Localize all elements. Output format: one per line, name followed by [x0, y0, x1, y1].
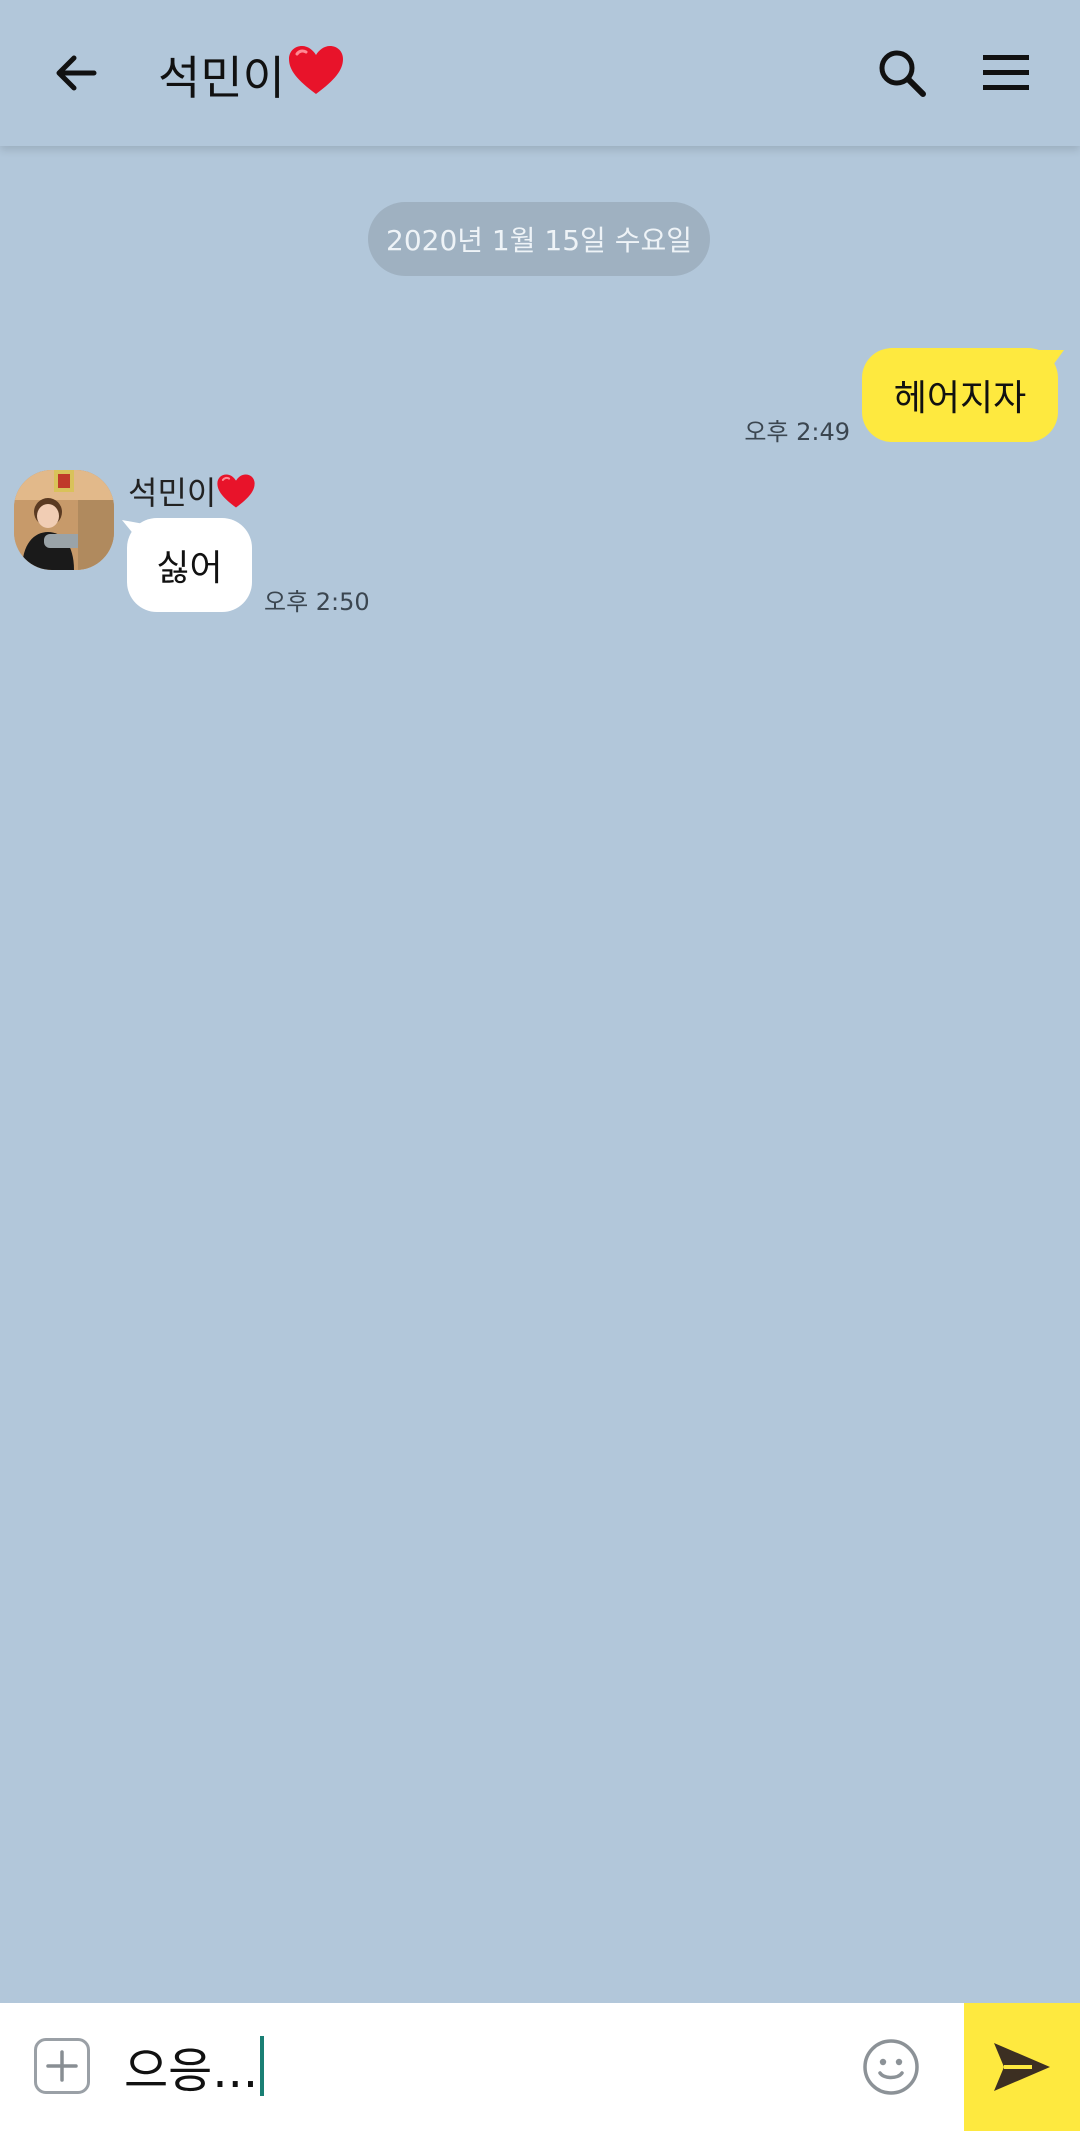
- avatar-photo: [14, 470, 114, 570]
- date-divider: 2020년 1월 15일 수요일: [368, 202, 710, 276]
- sender-avatar[interactable]: [14, 470, 114, 570]
- emoticon-button[interactable]: [862, 2038, 920, 2096]
- send-button[interactable]: [964, 2003, 1080, 2131]
- plus-icon: [46, 2050, 78, 2082]
- send-icon: [994, 2043, 1050, 2091]
- message-input[interactable]: 으응...: [124, 2030, 265, 2102]
- message-input-text: 으응...: [124, 2043, 259, 2099]
- arrow-left-icon: [56, 55, 97, 91]
- attach-button[interactable]: [34, 2038, 90, 2094]
- chat-title: 석민이: [158, 40, 345, 110]
- hamburger-menu-icon: [983, 55, 1029, 90]
- heart-emoji: [287, 44, 345, 107]
- sent-message-bubble[interactable]: 헤어지자: [862, 348, 1058, 442]
- sent-message-time: 오후 2:49: [744, 418, 850, 446]
- heart-icon: [217, 474, 255, 508]
- text-caret: [260, 2036, 265, 2096]
- emoticon-icon: [863, 2039, 919, 2095]
- sender-name-text: 석민이: [128, 474, 217, 512]
- search-button[interactable]: [866, 37, 938, 109]
- chat-header: 석민이: [0, 0, 1080, 146]
- chat-title-text: 석민이: [158, 51, 285, 105]
- menu-button[interactable]: [970, 37, 1042, 109]
- search-icon: [879, 50, 926, 97]
- sender-name: 석민이: [128, 468, 256, 514]
- received-message-bubble[interactable]: 싫어: [127, 518, 252, 612]
- received-message-time: 오후 2:50: [264, 588, 370, 616]
- heart-icon: [288, 45, 343, 94]
- back-button[interactable]: [40, 37, 112, 109]
